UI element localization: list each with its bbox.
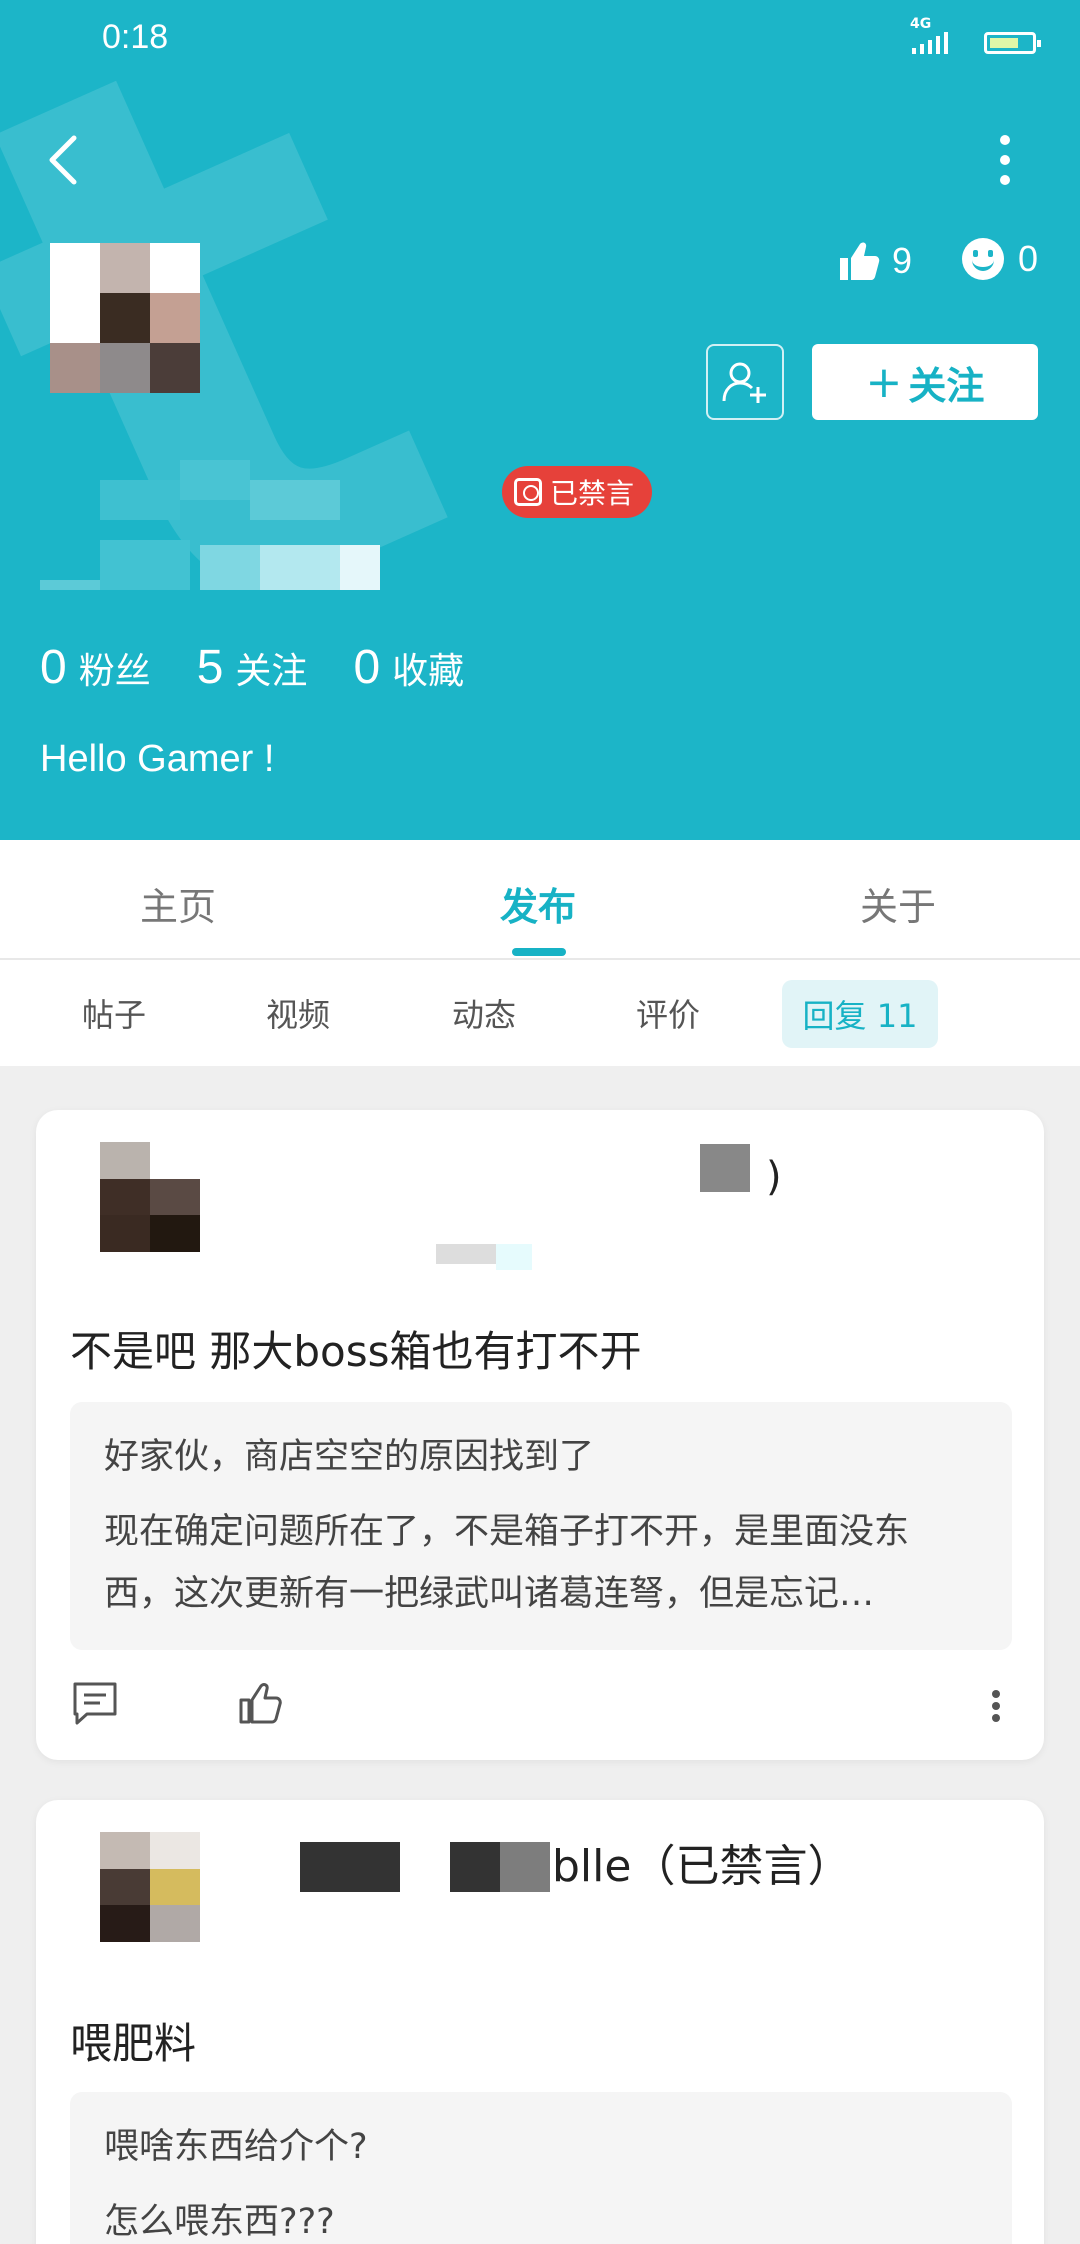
emoji-count: 0 bbox=[1018, 238, 1039, 279]
author-avatar[interactable] bbox=[100, 1832, 200, 1942]
quoted-post[interactable]: 好家伙，商店空空的原因找到了 现在确定问题所在了，不是箱子打不开，是里面没东西，… bbox=[70, 1402, 1012, 1650]
likes-counter[interactable]: 9 bbox=[836, 238, 912, 284]
stat-value: 5 bbox=[196, 641, 224, 694]
battery-icon bbox=[984, 32, 1041, 54]
ban-icon bbox=[514, 478, 542, 506]
subtab-videos[interactable]: 视频 bbox=[266, 990, 330, 1036]
quoted-title: 好家伙，商店空空的原因找到了 bbox=[104, 1437, 595, 1477]
subtab-reviews[interactable]: 评价 bbox=[636, 990, 700, 1036]
banned-badge: 已禁言 bbox=[502, 466, 653, 518]
likes-count: 9 bbox=[892, 240, 913, 281]
smiley-icon bbox=[962, 238, 1004, 280]
quoted-body: 怎么喂东西??? bbox=[104, 2202, 335, 2242]
tab-posts[interactable]: 发布 bbox=[500, 876, 576, 931]
reply-text: 不是吧 那大boss箱也有打不开 bbox=[70, 1327, 642, 1376]
stat-fans[interactable]: 0 粉丝 bbox=[40, 640, 151, 695]
chevron-left-icon bbox=[49, 135, 77, 185]
card-actions bbox=[36, 1666, 1044, 1746]
sub-tabs: 帖子 视频 动态 评价 回复 11 bbox=[0, 960, 1080, 1066]
profile-stats: 0 粉丝 5 关注 0 收藏 bbox=[40, 640, 510, 695]
author-name[interactable]: blle（已禁言） bbox=[552, 1830, 851, 1894]
quoted-title: 喂啥东西给介个? bbox=[104, 2127, 368, 2167]
status-time: 0:18 bbox=[102, 18, 169, 56]
subtab-threads[interactable]: 帖子 bbox=[82, 990, 146, 1036]
tab-about[interactable]: 关于 bbox=[860, 876, 936, 931]
add-user-icon bbox=[722, 362, 766, 403]
like-icon[interactable] bbox=[236, 1678, 286, 1728]
author-name-mosaic: ) bbox=[436, 1144, 782, 1270]
more-options-icon[interactable] bbox=[988, 1686, 1004, 1726]
author-name-suffix: blle bbox=[552, 1841, 632, 1892]
stat-label: 收藏 bbox=[392, 651, 465, 692]
follow-button[interactable]: + 关注 bbox=[812, 344, 1038, 420]
add-friend-button[interactable] bbox=[706, 344, 784, 420]
stat-following[interactable]: 5 关注 bbox=[197, 640, 308, 695]
stat-favorites[interactable]: 0 收藏 bbox=[353, 640, 464, 695]
quoted-post[interactable]: 喂啥东西给介个? 怎么喂东西??? bbox=[70, 2092, 1012, 2244]
username-mosaic bbox=[40, 460, 380, 590]
more-button[interactable] bbox=[990, 135, 1020, 185]
author-name-mosaic bbox=[300, 1842, 400, 1892]
emoji-counter[interactable]: 0 bbox=[962, 238, 1038, 280]
reply-text: 喂肥料 bbox=[70, 2019, 197, 2068]
author-name-mosaic bbox=[450, 1842, 550, 1892]
author-banned-status: （已禁言） bbox=[631, 1841, 852, 1892]
avatar[interactable] bbox=[50, 243, 200, 393]
reply-card[interactable]: ) 不是吧 那大boss箱也有打不开 好家伙，商店空空的原因找到了 现在确定问题… bbox=[36, 1110, 1044, 1760]
stat-label: 粉丝 bbox=[78, 651, 151, 692]
reply-card[interactable]: blle（已禁言） 喂肥料 喂啥东西给介个? 怎么喂东西??? bbox=[36, 1800, 1044, 2244]
thumbs-up-icon bbox=[840, 242, 880, 280]
stat-value: 0 bbox=[40, 641, 67, 694]
active-tab-indicator bbox=[512, 948, 566, 956]
svg-text:): ) bbox=[766, 1154, 782, 1200]
subtab-replies[interactable]: 回复 11 bbox=[782, 980, 938, 1048]
stat-value: 0 bbox=[353, 641, 381, 694]
stat-label: 关注 bbox=[235, 651, 308, 692]
author-avatar[interactable] bbox=[100, 1142, 200, 1252]
main-tabs: 主页 发布 关于 bbox=[0, 840, 1080, 960]
tab-home[interactable]: 主页 bbox=[140, 876, 216, 931]
plus-icon: + bbox=[865, 356, 903, 408]
profile-header: t 0:18 4G 9 0 + 关注 已禁言 0 粉丝 5 关注 0 收藏 He… bbox=[0, 0, 1080, 840]
follow-label: 关注 bbox=[908, 363, 985, 408]
quoted-body: 现在确定问题所在了，不是箱子打不开，是里面没东西，这次更新有一把绿武叫诸葛连弩，… bbox=[104, 1512, 910, 1614]
comment-icon[interactable] bbox=[70, 1678, 120, 1728]
banned-badge-label: 已禁言 bbox=[550, 477, 635, 510]
back-button[interactable] bbox=[40, 130, 90, 190]
signal-icon bbox=[912, 30, 948, 54]
profile-bio: Hello Gamer ! bbox=[40, 738, 275, 780]
subtab-moments[interactable]: 动态 bbox=[452, 990, 516, 1036]
status-bar: 0:18 4G bbox=[0, 0, 1080, 80]
